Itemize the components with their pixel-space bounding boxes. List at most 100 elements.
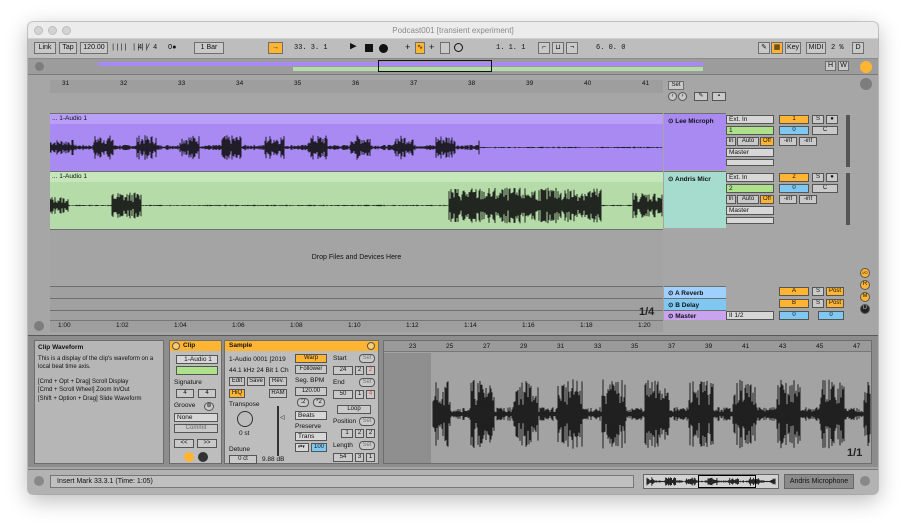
length-sixteenth[interactable]: 1 [366, 453, 375, 462]
edit-icon[interactable]: ✎ [694, 92, 708, 101]
master-header[interactable]: ⊙ Master [664, 310, 726, 320]
nudge-back-button[interactable]: << [174, 439, 194, 448]
output-sub-select[interactable] [726, 159, 774, 166]
punch-out-icon[interactable]: ¬ [566, 42, 578, 54]
return-lane-b[interactable] [50, 298, 663, 310]
gain-slider-handle-icon[interactable]: ◁ [280, 414, 285, 421]
monitor-in[interactable]: In [726, 137, 736, 146]
master-volume[interactable]: 0 [779, 311, 809, 320]
play-icon[interactable]: ▶ [350, 41, 357, 53]
envelope-field[interactable]: 100 [311, 443, 327, 452]
track-header-1[interactable]: ⊙ Lee Microph [664, 113, 726, 170]
punch-in-icon[interactable]: ⌐ [538, 42, 550, 54]
track-header-2[interactable]: ⊙ Andris Micr [664, 171, 726, 228]
track-lee-microphone[interactable]: ... 1-Audio 1 [50, 113, 663, 171]
follow-icon[interactable]: → [268, 42, 283, 54]
solo-button[interactable]: S [812, 287, 824, 296]
end-beat[interactable]: 1 [355, 390, 364, 399]
loop-button[interactable]: Loop [337, 405, 371, 414]
preserve-select[interactable]: Trans [295, 432, 327, 441]
detune-field[interactable]: 0 ct [229, 455, 257, 464]
time-ruler[interactable]: 1:00 1:02 1:04 1:06 1:08 1:10 1:12 1:14 … [50, 320, 663, 332]
edit-button[interactable]: Edit [229, 377, 245, 386]
pan-field[interactable]: C [812, 184, 838, 193]
overdub-icon[interactable]: + [405, 42, 410, 54]
detail-overview[interactable] [643, 474, 779, 489]
overview-viewport[interactable] [378, 60, 492, 72]
transpose-value[interactable]: 0 st [239, 430, 249, 437]
track-andris-microphone[interactable]: ... 1-Audio 1 [50, 171, 663, 229]
clip-activator-icon[interactable] [172, 342, 180, 350]
sig-numerator[interactable]: 4 [138, 42, 142, 54]
track-name[interactable]: Andris Micr [675, 176, 711, 183]
close-button[interactable] [34, 26, 43, 35]
position-bar[interactable]: 1 [341, 429, 353, 438]
monitor-in[interactable]: In [726, 195, 736, 204]
clip-settings-icon[interactable] [198, 452, 208, 462]
input-channel-select[interactable]: 1 [726, 126, 774, 135]
warp-button[interactable]: Warp [295, 354, 327, 363]
master-output-select[interactable]: II 1/2 [726, 311, 774, 320]
tap-button[interactable]: Tap [59, 42, 77, 54]
return-b-header[interactable]: ⊙ B Delay [664, 298, 726, 310]
clip-waveform[interactable] [50, 124, 663, 171]
lock-icon[interactable]: ▪ [712, 92, 726, 101]
clip-launch-icon[interactable] [184, 452, 194, 462]
track-name[interactable]: Lee Microph [675, 118, 713, 125]
monitor-off[interactable]: Off [760, 195, 774, 204]
solo-button[interactable]: S [812, 299, 824, 308]
beat-ruler[interactable]: 31 32 33 34 35 36 37 38 39 40 41 [50, 80, 663, 93]
io-toggle[interactable]: I/O [860, 268, 870, 278]
monitor-auto[interactable]: Auto [737, 137, 759, 146]
set-position-button[interactable]: Set [359, 417, 375, 426]
master-cue-volume[interactable]: 0 [818, 311, 844, 320]
clip-title[interactable]: ... 1-Audio 1 [50, 172, 663, 182]
double-tempo-button[interactable]: *2 [313, 398, 325, 407]
set-start-button[interactable]: Set [359, 354, 375, 363]
nudge-forward-button[interactable]: >> [197, 439, 217, 448]
clip-sig-numerator[interactable]: 4 [176, 389, 194, 398]
gain-value[interactable]: 9.88 dB [262, 456, 284, 463]
hiq-button[interactable]: HiQ [229, 389, 245, 398]
minimize-button[interactable] [48, 26, 57, 35]
loop-length[interactable]: 6. 0. 0 [596, 42, 625, 54]
clip-name-field[interactable]: 1-Audio 1 [176, 355, 218, 364]
capture-icon[interactable]: + [429, 42, 434, 54]
mixer-toggle[interactable]: M [860, 292, 870, 302]
sig-denominator[interactable]: 4 [153, 42, 157, 54]
overview-toggle-icon[interactable] [35, 62, 44, 71]
pan-field[interactable]: C [812, 126, 838, 135]
hide-detail-icon[interactable] [860, 476, 870, 486]
track-activator[interactable]: 2 [779, 173, 809, 182]
clip-waveform[interactable] [50, 182, 663, 229]
set-length-button[interactable]: Set [359, 441, 375, 450]
length-beat[interactable]: 3 [355, 453, 364, 462]
set-end-button[interactable]: Set [359, 378, 375, 387]
start-beat[interactable]: 2 [355, 366, 364, 375]
automation-arm-icon[interactable]: ∿ [415, 42, 425, 54]
song-position[interactable]: 33. 3. 1 [294, 42, 328, 54]
hide-browser-icon[interactable] [34, 321, 44, 331]
solo-button[interactable]: S [812, 173, 824, 182]
seg-bpm-field[interactable]: 120.00 [295, 387, 327, 396]
returns-toggle[interactable]: R [860, 280, 870, 290]
computer-keyboard-icon[interactable]: ▦ [771, 42, 783, 54]
metronome-toggle[interactable]: O● [168, 42, 176, 54]
expand-icon[interactable] [860, 78, 872, 90]
punch-icon[interactable] [454, 43, 463, 52]
return-activator[interactable]: A [779, 287, 809, 296]
reverse-button[interactable]: Rev. [269, 377, 287, 386]
menu-icon[interactable] [860, 61, 872, 73]
input-channel-select[interactable]: 2 [726, 184, 774, 193]
session-record-icon[interactable] [440, 42, 450, 54]
solo-button[interactable]: S [812, 115, 824, 124]
position-sixteenth[interactable]: 2 [366, 429, 375, 438]
nudge-icon[interactable]: |||| |||| [111, 42, 149, 54]
commit-button[interactable]: Commit [174, 424, 218, 433]
input-type-select[interactable]: Ext. In [726, 173, 774, 182]
groove-hot-swap-icon[interactable]: ⊛ [204, 402, 214, 411]
volume-field[interactable]: 0 [779, 184, 809, 193]
clip-sig-denominator[interactable]: 4 [198, 389, 216, 398]
tempo-field[interactable]: 120.00 [80, 42, 108, 54]
hide-info-icon[interactable] [34, 476, 44, 486]
